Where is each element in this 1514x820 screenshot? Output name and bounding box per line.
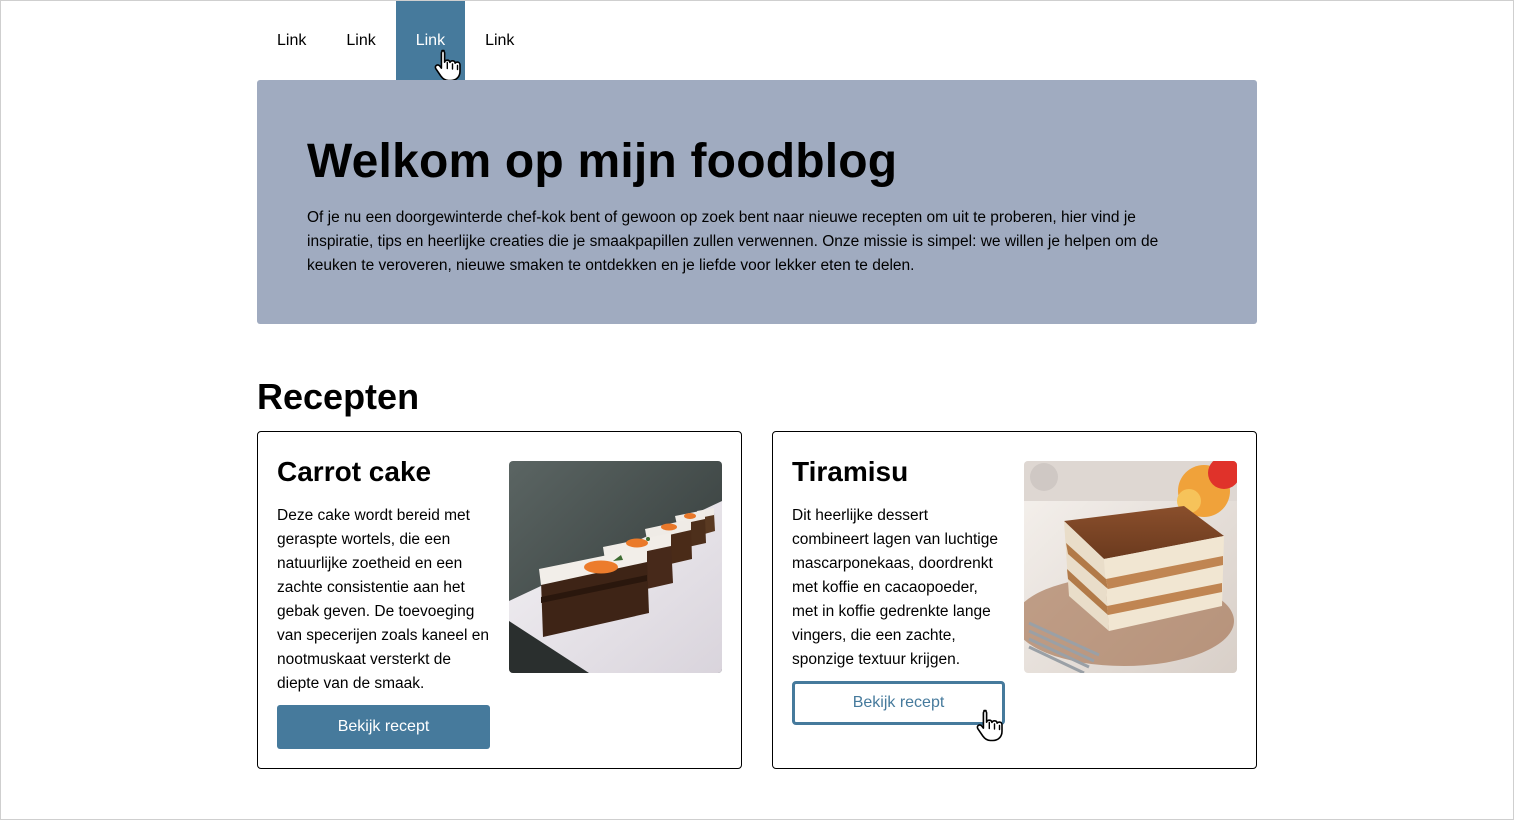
hero-banner: Welkom op mijn foodblog Of je nu een doo…: [257, 80, 1257, 324]
view-recipe-button-hover[interactable]: Bekijk recept: [792, 681, 1005, 725]
nav-link-2[interactable]: Link: [326, 1, 395, 80]
nav-link-3-active[interactable]: Link: [395, 1, 466, 80]
tiramisu-photo-icon: [1024, 461, 1237, 673]
recipe-description: Deze cake wordt bereid met geraspte wort…: [277, 507, 489, 692]
hero-title: Welkom op mijn foodblog: [307, 135, 898, 188]
hero-text: Of je nu een doorgewinterde chef-kok ben…: [307, 209, 1159, 274]
recipe-title: Carrot cake: [277, 456, 432, 487]
nav-link-1[interactable]: Link: [257, 1, 326, 80]
view-recipe-button[interactable]: Bekijk recept: [277, 705, 490, 749]
top-navigation: Link Link Link Link: [257, 1, 534, 80]
recipe-card-tiramisu: Tiramisu Dit heerlijke dessert combineer…: [772, 431, 1257, 769]
recipe-card-carrot-cake: Carrot cake Deze cake wordt bereid met g…: [257, 431, 742, 769]
nav-link-4[interactable]: Link: [465, 1, 534, 80]
carrot-cake-photo-icon: [509, 461, 722, 673]
recipe-title: Tiramisu: [792, 456, 909, 487]
recipe-description: Dit heerlijke dessert combineert lagen v…: [792, 507, 998, 668]
recipes-section-title: Recepten: [257, 376, 420, 417]
